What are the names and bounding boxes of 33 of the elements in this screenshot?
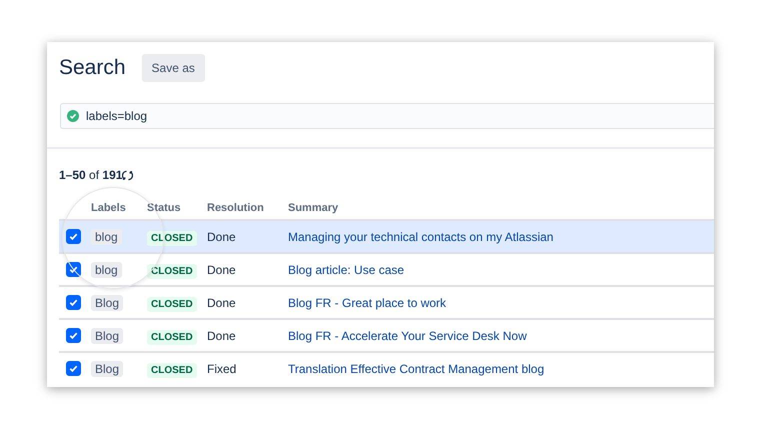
- summary-link[interactable]: Blog article: Use case: [288, 262, 404, 276]
- resolution-cell: Fixed: [207, 362, 236, 376]
- row-checkbox[interactable]: [66, 361, 81, 376]
- summary-link[interactable]: Translation Effective Contract Management blog: [288, 362, 544, 376]
- search-field[interactable]: labels=blog: [60, 103, 714, 129]
- column-header: Status: [147, 202, 207, 220]
- label-tag[interactable]: blog: [91, 228, 122, 244]
- label-tag[interactable]: Blog: [91, 328, 124, 344]
- column-header: Summary: [288, 202, 714, 220]
- refresh-icon[interactable]: [122, 168, 134, 182]
- status-lozenge: CLOSED: [147, 230, 197, 246]
- resolution-cell: Done: [207, 328, 236, 342]
- row-checkbox[interactable]: [66, 229, 81, 244]
- results-count: 1–50 of 191: [59, 168, 122, 182]
- status-lozenge: CLOSED: [147, 264, 197, 278]
- row-checkbox[interactable]: [66, 328, 81, 344]
- resolution-cell: Done: [207, 230, 236, 244]
- status-lozenge: CLOSED: [147, 362, 197, 378]
- label-tag[interactable]: blog: [91, 262, 122, 278]
- status-lozenge: CLOSED: [147, 330, 197, 344]
- row-checkbox[interactable]: [66, 295, 81, 310]
- page-title: Search: [59, 56, 126, 80]
- summary-link[interactable]: Blog FR - Accelerate Your Service Desk Now: [288, 328, 527, 342]
- row-checkbox[interactable]: [66, 262, 81, 278]
- resolution-cell: Done: [207, 262, 236, 276]
- label-tag[interactable]: Blog: [91, 360, 124, 376]
- column-header: Labels: [91, 202, 147, 220]
- column-header: Resolution: [207, 202, 288, 220]
- save-as-button[interactable]: Save as: [142, 54, 205, 82]
- status-lozenge: CLOSED: [147, 296, 197, 312]
- resolution-cell: Done: [207, 296, 236, 310]
- summary-link[interactable]: Blog FR - Great place to work: [288, 296, 446, 310]
- label-tag[interactable]: Blog: [91, 294, 124, 310]
